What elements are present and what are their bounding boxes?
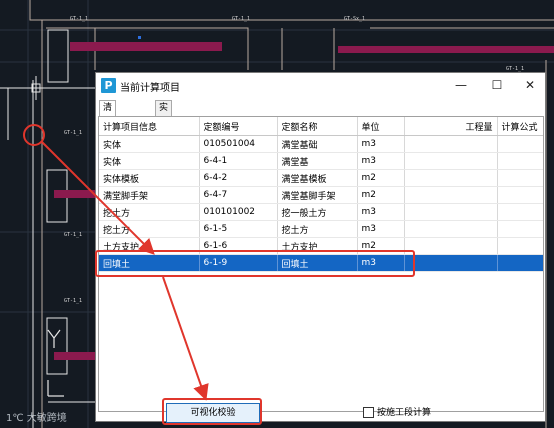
cell-name: 满堂基模板 xyxy=(277,169,358,187)
watermark: 1℃ 大敏跨境 xyxy=(6,409,67,424)
cell-code: 010501004 xyxy=(199,135,278,153)
column-header-quantity[interactable]: 工程量 xyxy=(404,117,498,136)
cell-quantity xyxy=(404,254,498,272)
table-row[interactable]: 挖土方 010101002 挖一般土方 m3 xyxy=(99,203,543,221)
cell-code: 6-1-9 xyxy=(199,254,278,272)
column-header-unit[interactable]: 单位 xyxy=(357,117,405,136)
cell-formula xyxy=(497,237,543,255)
maximize-button[interactable]: ☐ xyxy=(483,75,511,95)
by-construction-section-checkbox[interactable] xyxy=(363,407,374,418)
cell-quantity xyxy=(404,237,498,255)
cell-code: 6-4-7 xyxy=(199,186,278,204)
column-header-name[interactable]: 定额名称 xyxy=(277,117,358,136)
cell-formula xyxy=(497,254,543,272)
cell-formula xyxy=(497,186,543,204)
titlebar[interactable]: P 当前计算项目 — ☐ ✕ xyxy=(96,73,545,99)
table-row[interactable]: 土方支护 6-1-6 土方支护 m2 xyxy=(99,237,543,255)
cell-name: 满堂基础 xyxy=(277,135,358,153)
cell-unit: m2 xyxy=(357,237,405,255)
cell-unit: m3 xyxy=(357,152,405,170)
cell-code: 010101002 xyxy=(199,203,278,221)
cell-code: 6-1-6 xyxy=(199,237,278,255)
cell-formula xyxy=(497,203,543,221)
cell-info: 实体模板 xyxy=(99,169,200,187)
cad-label: GT-1_1 xyxy=(64,298,83,304)
table-row[interactable]: 挖土方 6-1-5 挖土方 m3 xyxy=(99,220,543,238)
cell-name: 挖一般土方 xyxy=(277,203,358,221)
column-header-formula[interactable]: 计算公式 xyxy=(497,117,543,136)
cell-formula xyxy=(497,152,543,170)
cell-code: 6-4-1 xyxy=(199,152,278,170)
cell-name: 土方支护 xyxy=(277,237,358,255)
table-row-selected[interactable]: 回填土 6-1-9 回填土 m3 xyxy=(99,254,543,272)
cell-info: 实体 xyxy=(99,152,200,170)
current-calc-items-dialog: P 当前计算项目 — ☐ ✕ 清单定额量 实物量 计算项目信息 定额编号 定额名… xyxy=(95,72,546,423)
cell-unit: m2 xyxy=(357,186,405,204)
cell-name: 挖土方 xyxy=(277,220,358,238)
cell-unit: m3 xyxy=(357,254,405,272)
cad-label: GT-Sx_1 xyxy=(344,16,366,22)
cell-unit: m2 xyxy=(357,169,405,187)
minimize-button[interactable]: — xyxy=(447,75,475,95)
checkbox-label: 按施工段计算 xyxy=(377,408,432,418)
tab-bill-quota[interactable]: 清单定额量 xyxy=(99,100,117,173)
cell-name: 回填土 xyxy=(277,254,358,272)
cell-quantity xyxy=(404,135,498,153)
column-header-info[interactable]: 计算项目信息 xyxy=(99,117,200,136)
cell-quantity xyxy=(404,220,498,238)
calc-items-table: 计算项目信息 定额编号 定额名称 单位 工程量 计算公式 实体 01050100… xyxy=(98,116,544,412)
cad-label: GT-1_1 xyxy=(64,130,83,136)
table-header-row: 计算项目信息 定额编号 定额名称 单位 工程量 计算公式 xyxy=(99,117,543,136)
cell-info: 回填土 xyxy=(99,254,200,272)
close-button[interactable]: ✕ xyxy=(516,75,544,95)
cell-name: 满堂基脚手架 xyxy=(277,186,358,204)
cell-formula xyxy=(497,135,543,153)
cell-quantity xyxy=(404,186,498,204)
dialog-title: 当前计算项目 xyxy=(120,83,180,94)
column-header-code[interactable]: 定额编号 xyxy=(199,117,278,136)
cell-unit: m3 xyxy=(357,203,405,221)
cell-code: 6-1-5 xyxy=(199,220,278,238)
visual-verify-button[interactable]: 可视化校验 xyxy=(166,403,260,423)
cell-info: 挖土方 xyxy=(99,220,200,238)
table-row[interactable]: 满堂脚手架 6-4-7 满堂基脚手架 m2 xyxy=(99,186,543,204)
cad-label: GT-1_1 xyxy=(70,16,89,22)
cell-quantity xyxy=(404,152,498,170)
cad-label: GT-1_1 xyxy=(232,16,251,22)
cell-info: 实体 xyxy=(99,135,200,153)
table-row[interactable]: 实体模板 6-4-2 满堂基模板 m2 xyxy=(99,169,543,187)
cell-unit: m3 xyxy=(357,135,405,153)
cell-quantity xyxy=(404,203,498,221)
table-row[interactable]: 实体 6-4-1 满堂基 m3 xyxy=(99,152,543,170)
cell-formula xyxy=(497,220,543,238)
tab-physical-quantity[interactable]: 实物量 xyxy=(155,100,173,143)
watermark-logo-icon: 1℃ xyxy=(6,413,27,424)
cell-name: 满堂基 xyxy=(277,152,358,170)
table-row[interactable]: 实体 010501004 满堂基础 m3 xyxy=(99,135,543,153)
cell-info: 土方支护 xyxy=(99,237,200,255)
cell-unit: m3 xyxy=(357,220,405,238)
cell-quantity xyxy=(404,169,498,187)
cell-info: 挖土方 xyxy=(99,203,200,221)
cell-code: 6-4-2 xyxy=(199,169,278,187)
cad-label: GT-1_1 xyxy=(64,232,83,238)
watermark-text: 大敏跨境 xyxy=(26,413,67,424)
cell-info: 满堂脚手架 xyxy=(99,186,200,204)
app-icon: P xyxy=(101,78,116,93)
cell-formula xyxy=(497,169,543,187)
